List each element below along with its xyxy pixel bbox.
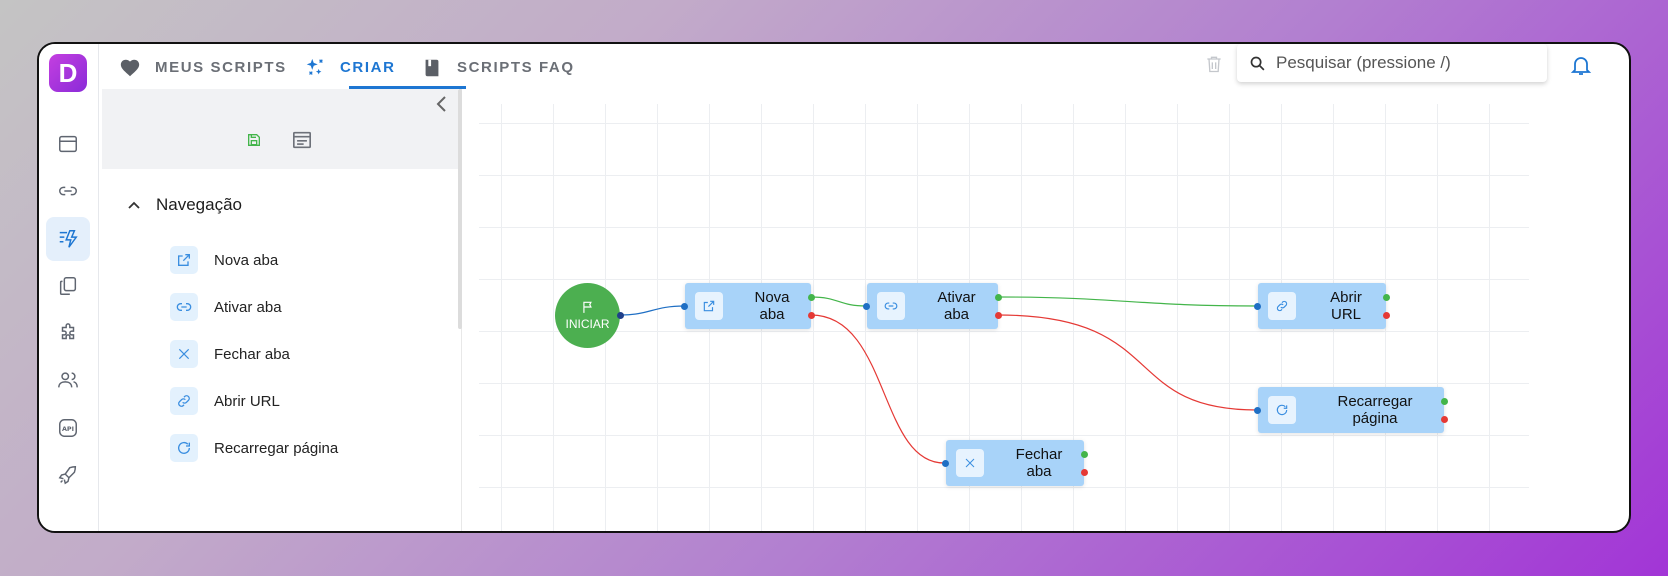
input-port[interactable]	[1254, 407, 1261, 414]
close-icon	[956, 449, 984, 477]
open-external-icon	[695, 292, 723, 320]
input-port[interactable]	[1254, 303, 1261, 310]
error-port[interactable]	[1081, 469, 1088, 476]
node-recarregar-pagina[interactable]: Recarregar página	[1254, 387, 1448, 433]
node-label: Nova aba	[754, 289, 790, 323]
error-port[interactable]	[1441, 416, 1448, 423]
success-port[interactable]	[1383, 294, 1390, 301]
success-port[interactable]	[1081, 451, 1088, 458]
start-node[interactable]: INICIAR	[555, 283, 624, 348]
error-port[interactable]	[1383, 312, 1390, 319]
node-ativar-aba[interactable]: Ativar aba	[863, 283, 1002, 329]
error-port[interactable]	[995, 312, 1002, 319]
connection-wires	[620, 296, 1258, 464]
wire-nova-aba-to-fechar-aba	[810, 314, 945, 464]
start-label: INICIAR	[565, 317, 610, 331]
wire-ativar-aba-to-abrir-url	[997, 296, 1258, 307]
node-label: Abrir URL	[1330, 289, 1362, 323]
wire-start-to-nova-aba	[620, 305, 685, 316]
chain-link-icon	[1268, 292, 1296, 320]
node-label: Recarregar página	[1337, 393, 1413, 427]
input-port[interactable]	[681, 303, 688, 310]
node-label: Ativar aba	[937, 289, 976, 323]
node-nova-aba[interactable]: Nova aba	[681, 283, 815, 329]
app-window: D API MEUS SCRIPTS CRIAR SCRIPTS FAQ Pes…	[37, 42, 1631, 533]
success-port[interactable]	[1441, 398, 1448, 405]
wire-nova-aba-to-ativar-aba	[810, 296, 867, 307]
wire-ativar-aba-to-recarregar	[997, 314, 1258, 411]
reload-icon	[1268, 396, 1296, 424]
error-port[interactable]	[808, 312, 815, 319]
flag-icon	[582, 301, 592, 313]
link-icon	[877, 292, 905, 320]
node-abrir-url[interactable]: Abrir URL	[1254, 283, 1390, 329]
node-fechar-aba[interactable]: Fechar aba	[942, 440, 1088, 486]
input-port[interactable]	[863, 303, 870, 310]
node-label: Fechar aba	[1015, 446, 1063, 480]
success-port[interactable]	[995, 294, 1002, 301]
start-output-port[interactable]	[617, 312, 624, 319]
success-port[interactable]	[808, 294, 815, 301]
input-port[interactable]	[942, 460, 949, 467]
